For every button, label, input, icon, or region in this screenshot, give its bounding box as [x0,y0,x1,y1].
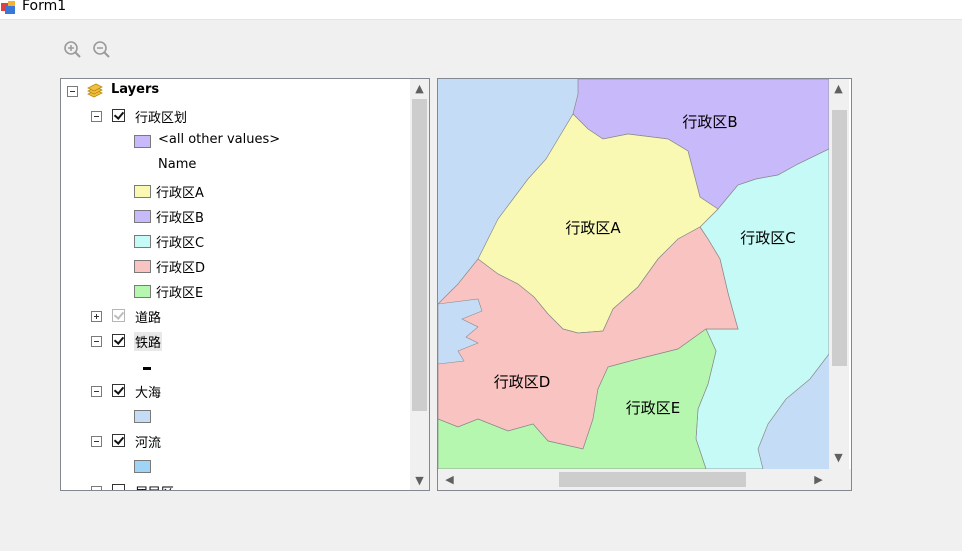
zoom-out-icon[interactable] [92,40,112,60]
legend-swatch [134,135,151,148]
legend-row: 行政区A [61,179,408,203]
toc-layer-row[interactable]: 行政区划 [61,104,408,128]
legend-label: 行政区E [156,286,204,301]
collapse-icon[interactable] [91,336,102,347]
scrollbar-thumb[interactable] [559,472,746,487]
title-bar: Form1 [0,0,962,20]
legend-row [61,404,408,428]
toc-root-row[interactable]: Layers [61,79,408,103]
collapse-icon[interactable] [67,86,78,97]
legend-field-name: Name [158,157,197,172]
layer-visibility-checkbox[interactable] [112,434,125,447]
layer-visibility-checkbox[interactable] [112,109,125,122]
railway-line-symbol [143,367,151,370]
scrollbar-thumb[interactable] [412,99,427,411]
layer-visibility-checkbox[interactable] [112,309,125,322]
collapse-icon[interactable] [91,111,102,122]
scroll-down-arrow-icon[interactable]: ▼ [829,449,848,466]
legend-label: 行政区B [156,211,204,226]
toc-layer-label: 居民区 [135,482,174,490]
district-b-label: 行政区B [682,113,737,131]
toc-layer-label: 河流 [135,436,162,451]
collapse-icon[interactable] [91,386,102,397]
toc-tree[interactable]: Layers 行政区划 <all other values> Name 行政区A… [60,78,430,491]
legend-swatch [134,185,151,198]
legend-row [61,454,408,478]
district-a-label: 行政区A [565,219,621,237]
collapse-icon[interactable] [91,486,102,490]
district-e-label: 行政区E [626,399,680,417]
legend-row: 行政区D [61,254,408,278]
scroll-down-arrow-icon[interactable]: ▼ [410,472,429,489]
legend-label: 行政区A [156,186,204,201]
legend-label: 行政区D [156,261,206,276]
toc-layer-row[interactable]: 河流 [61,429,408,453]
toc-layer-row[interactable]: 铁路 [61,329,408,353]
map-control[interactable]: 行政区B 行政区A 行政区C 行政区D 行政区E ▲ ▼ ◀ ▶ [437,78,852,491]
legend-label: 行政区C [156,236,205,251]
toc-layer-row[interactable]: 居民区 [61,479,408,490]
legend-swatch [134,260,151,273]
legend-row: Name [61,154,408,178]
legend-swatch [134,210,151,223]
toc-layer-label: 行政区划 [135,111,188,126]
legend-row: <all other values> [61,129,408,153]
toc-layer-label: 大海 [135,386,162,401]
district-c-label: 行政区C [740,229,795,247]
legend-swatch [134,460,151,473]
expand-icon[interactable] [91,311,102,322]
map-horizontal-scrollbar[interactable]: ◀ ▶ [438,469,829,490]
map-vertical-scrollbar[interactable]: ▲ ▼ [829,79,849,469]
legend-swatch [134,410,151,423]
scroll-up-arrow-icon[interactable]: ▲ [410,80,429,97]
layer-visibility-checkbox[interactable] [112,484,125,490]
map-canvas[interactable]: 行政区B 行政区A 行政区C 行政区D 行政区E [438,79,829,469]
toc-root-label: Layers [111,82,160,97]
toc-vertical-scrollbar[interactable]: ▲ ▼ [410,79,429,490]
legend-row: 行政区B [61,204,408,228]
scroll-left-arrow-icon[interactable]: ◀ [440,471,459,488]
toc-layer-label: 道路 [135,311,162,326]
legend-row [61,354,408,378]
scroll-up-arrow-icon[interactable]: ▲ [829,80,848,97]
layer-visibility-checkbox[interactable] [112,334,125,347]
legend-row: 行政区C [61,229,408,253]
legend-swatch [134,235,151,248]
scrollbar-thumb[interactable] [832,110,847,366]
scrollbar-corner [829,469,851,490]
zoom-in-icon[interactable] [63,40,83,60]
scroll-right-arrow-icon[interactable]: ▶ [809,471,828,488]
legend-swatch [134,285,151,298]
legend-row: 行政区E [61,279,408,303]
window-title: Form1 [22,0,67,14]
toc-layer-row[interactable]: 大海 [61,379,408,403]
layers-icon [87,83,103,98]
toc-layer-label: 铁路 [134,332,163,351]
legend-label: <all other values> [158,132,281,147]
district-d-label: 行政区D [494,373,551,391]
layer-visibility-checkbox[interactable] [112,384,125,397]
app-icon [1,1,15,14]
collapse-icon[interactable] [91,436,102,447]
toc-layer-row[interactable]: 道路 [61,304,408,328]
